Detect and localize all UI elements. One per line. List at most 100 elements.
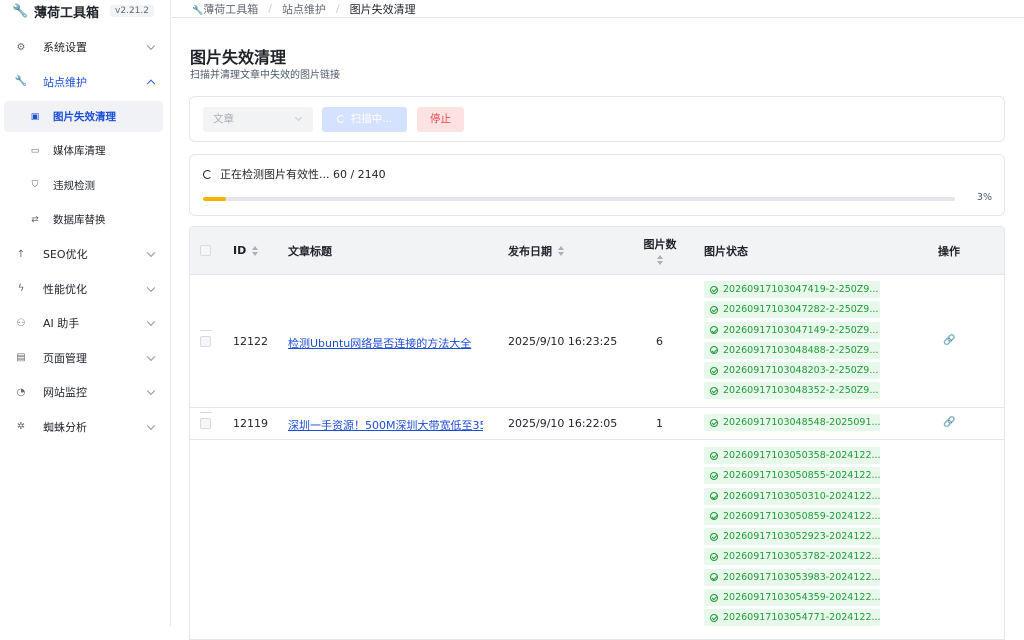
main-content: 🔧薄荷工具箱 / 站点维护 / 图片失效清理 图片失效清理 扫描并清理文章中失效… <box>172 0 1024 640</box>
select-all-checkbox[interactable] <box>200 227 211 274</box>
table-row: 12119 深圳一手资源！500M深圳大带宽低至35 2025/9/10 16:22… <box>190 407 1004 439</box>
sidebar-item[interactable]: ▤ 页面管理 <box>0 341 170 376</box>
image-status-tag: 20260917103047419-2-250Z9... <box>704 281 880 298</box>
chevron-down-icon <box>146 41 156 51</box>
sort-icon[interactable] <box>558 245 564 256</box>
breadcrumb: 🔧薄荷工具箱 / 站点维护 / 图片失效清理 <box>172 0 1024 18</box>
sidebar-item[interactable]: ϟ 性能优化 <box>0 272 170 307</box>
check-circle-icon <box>710 613 718 622</box>
breadcrumb-section[interactable]: 站点维护 <box>282 1 326 17</box>
sidebar-item[interactable]: ⚇ AI 助手 <box>0 306 170 341</box>
breadcrumb-current: 图片失效清理 <box>349 2 416 16</box>
check-circle-icon <box>710 386 718 395</box>
post-title-link[interactable]: 深圳一手资源！500M深圳大带宽低至35 <box>288 417 483 433</box>
post-id: 12119 <box>233 417 268 430</box>
sidebar-subitem[interactable]: ⇄ 数据库替换 <box>0 203 163 238</box>
breadcrumb-home[interactable]: 🔧薄荷工具箱 <box>192 1 258 17</box>
image-status-list: 20260917103050358-2024122... 202609171030… <box>704 447 881 630</box>
table-header: ID 文章标题 发布日期 图片数 图片状态 操作 <box>190 227 1004 274</box>
sidebar-subitem[interactable]: ▣ 图片失效清理 <box>4 101 163 132</box>
sort-icon[interactable] <box>252 245 259 256</box>
check-circle-icon <box>710 326 718 335</box>
spinner-icon <box>336 115 345 123</box>
sidebar-item[interactable]: 🔧 站点维护 <box>0 65 170 100</box>
row-checkbox[interactable] <box>200 335 211 347</box>
checkbox[interactable] <box>200 245 211 256</box>
sidebar-item[interactable]: ✲ 蜘蛛分析 <box>0 410 170 445</box>
row-divider-mark <box>200 329 212 331</box>
posts-table: ID 文章标题 发布日期 图片数 图片状态 操作 12122 检测Ubuntu网络… <box>189 226 1005 640</box>
checkbox[interactable] <box>200 418 211 429</box>
column-date[interactable]: 发布日期 <box>508 227 564 274</box>
sidebar-item-label: 系统设置 <box>43 41 87 55</box>
brand: 🔧 薄荷工具箱 v2.21.2 <box>0 0 170 22</box>
chevron-down-icon <box>146 352 156 361</box>
image-status-tag: 20260917103048203-2-250Z9... <box>704 362 880 380</box>
post-type-select[interactable]: 文章 <box>203 107 313 132</box>
chevron-down-icon <box>146 248 156 258</box>
chevron-down-icon <box>294 113 303 122</box>
post-title-link[interactable]: 检测Ubuntu网络是否连接的方法大全 <box>288 335 483 351</box>
table-row: 12122 检测Ubuntu网络是否连接的方法大全 2025/9/10 16:23:… <box>190 274 1004 407</box>
image-status-list: 20260917103047419-2-250Z9... 202609171030… <box>704 281 880 403</box>
sidebar-subitem-label: 违规检测 <box>53 179 95 192</box>
wrench-icon: 🔧 <box>192 5 204 16</box>
checkbox[interactable] <box>200 335 211 347</box>
sidebar-item[interactable]: ⚙ 系统设置 <box>0 30 170 65</box>
breadcrumb-separator: / <box>335 2 340 15</box>
chevron-down-icon <box>146 386 156 396</box>
sidebar-item-label: 站点维护 <box>43 75 87 89</box>
sidebar-subitem-label: 图片失效清理 <box>53 111 116 123</box>
check-circle-icon <box>710 366 718 375</box>
image-status-tag: 20260917103054359-2024122... <box>704 589 881 607</box>
table-row: 20260917103050358-2024122... 202609171030… <box>190 439 1004 639</box>
check-circle-icon <box>710 573 718 582</box>
sidebar-item-label: SEO优化 <box>43 248 88 262</box>
progress-card: 正在检测图片有效性... 60 / 2140 3% <box>189 154 1005 216</box>
image-count: 6 <box>656 334 663 348</box>
check-circle-icon <box>710 285 718 294</box>
post-title-cell: 深圳一手资源！500M深圳大带宽低至35 <box>288 417 483 433</box>
bug-icon: ✲ <box>16 421 26 433</box>
link-icon[interactable]: 🔗 <box>943 417 955 428</box>
column-title: 文章标题 <box>288 244 332 258</box>
scan-toolbar: 文章 扫描中... 停止 <box>189 96 1005 142</box>
page-title: 图片失效清理 <box>190 48 287 67</box>
image-status-tag: 20260917103048488-2-250Z9... <box>704 341 880 359</box>
sidebar-item[interactable]: ↑ SEO优化 <box>0 237 170 272</box>
image-status-tag: 20260917103048548-2025091... <box>704 414 881 431</box>
progress-bar <box>203 197 955 201</box>
scan-button[interactable]: 扫描中... <box>322 107 407 132</box>
chevron-up-icon <box>146 79 156 88</box>
row-divider-mark <box>200 412 212 413</box>
chevron-down-icon <box>146 283 156 292</box>
sidebar-subitem[interactable]: ▭ 媒体库清理 <box>0 134 163 169</box>
row-checkbox[interactable] <box>200 418 211 429</box>
image-status-tag: 20260917103050358-2024122... <box>704 447 881 464</box>
image-status-tag: 20260917103054771-2024122... <box>704 609 881 627</box>
column-id[interactable]: ID <box>233 227 259 274</box>
image-status-tag: 20260917103050855-2024122... <box>704 467 881 485</box>
image-count: 1 <box>656 417 663 430</box>
progress-status: 正在检测图片有效性... 60 / 2140 <box>203 166 386 182</box>
post-date: 2025/9/10 16:23:25 <box>508 334 618 348</box>
column-image-count[interactable]: 图片数 <box>643 227 677 274</box>
check-circle-icon <box>710 346 718 355</box>
sidebar-subitem[interactable]: ⛉ 违规检测 <box>0 168 163 203</box>
gauge-icon: ◔ <box>16 386 26 398</box>
page-subtitle: 扫描并清理文章中失效的图片链接 <box>190 70 340 81</box>
wrench-icon: 🔧 <box>14 76 28 88</box>
link-icon[interactable]: 🔗 <box>943 335 955 346</box>
post-id: 12122 <box>233 334 268 348</box>
sidebar-item[interactable]: ◔ 网站监控 <box>0 375 170 410</box>
sidebar-item-label: 性能优化 <box>43 282 87 296</box>
column-action: 操作 <box>938 244 960 258</box>
chevron-down-icon <box>146 421 156 430</box>
column-image-status: 图片状态 <box>704 244 748 258</box>
robot-icon: ⚇ <box>16 317 26 329</box>
sort-icon[interactable] <box>657 255 663 265</box>
image-status-tag: 20260917103047149-2-250Z9... <box>704 321 880 339</box>
stop-button[interactable]: 停止 <box>417 107 464 132</box>
image-status-tag: 20260917103050310-2024122... <box>704 487 881 505</box>
progress-text: 正在检测图片有效性... 60 / 2140 <box>220 168 386 181</box>
